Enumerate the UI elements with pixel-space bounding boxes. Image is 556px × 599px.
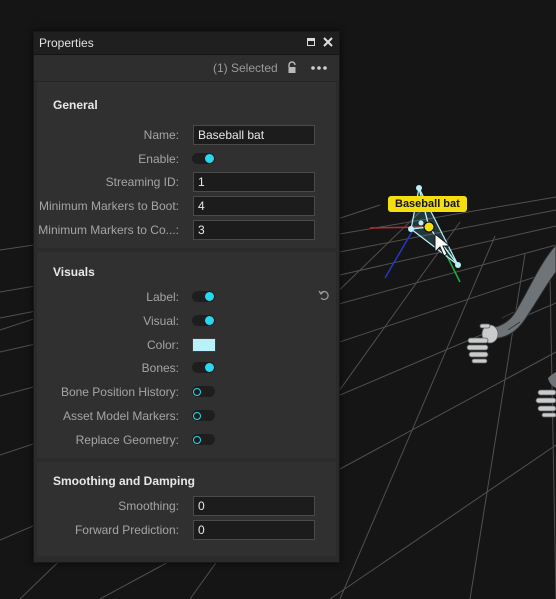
- forward-prediction-label: Forward Prediction:: [74, 523, 179, 537]
- row-bone-history: Bone Position History:: [37, 382, 336, 402]
- asset-model-markers-label: Asset Model Markers:: [62, 409, 179, 423]
- color-label: Color:: [146, 338, 179, 352]
- replace-geometry-label: Replace Geometry:: [75, 433, 179, 447]
- label-label: Label:: [146, 290, 179, 304]
- row-label-toggle: Label:: [37, 287, 336, 307]
- enable-label: Enable:: [138, 152, 179, 166]
- streaming-id-field[interactable]: 1: [193, 172, 315, 192]
- min-markers-continue-label: Minimum Markers to Co...:: [38, 223, 179, 237]
- row-min-markers-continue: Minimum Markers to Co...: 3: [37, 220, 336, 240]
- reset-icon[interactable]: [318, 289, 330, 301]
- row-visual: Visual:: [37, 311, 336, 331]
- more-icon[interactable]: [308, 58, 330, 76]
- lock-icon[interactable]: [285, 61, 299, 75]
- panel-title: Properties: [39, 36, 94, 50]
- row-replace-geometry: Replace Geometry:: [37, 430, 336, 450]
- row-forward-prediction: Forward Prediction: 0: [37, 520, 336, 540]
- row-enable: Enable:: [37, 149, 336, 169]
- row-color: Color:: [37, 335, 336, 355]
- asset-name-label[interactable]: Baseball bat: [388, 196, 467, 212]
- general-section: General Name: Baseball bat Enable: Strea…: [37, 82, 336, 248]
- row-streaming-id: Streaming ID: 1: [37, 172, 336, 192]
- row-bones: Bones:: [37, 358, 336, 378]
- enable-toggle[interactable]: [192, 153, 215, 164]
- selection-count: (1) Selected: [213, 61, 278, 75]
- close-icon: [323, 37, 333, 47]
- min-markers-continue-field[interactable]: 3: [193, 220, 315, 240]
- visuals-section: Visuals Label: Visual: Color: Bones: Bon…: [37, 252, 336, 458]
- replace-geometry-toggle[interactable]: [192, 434, 215, 445]
- properties-panel: Properties (1) Selected General Name: Ba…: [33, 31, 340, 563]
- label-toggle[interactable]: [192, 291, 215, 302]
- close-button[interactable]: [320, 34, 336, 50]
- asset-model-markers-toggle[interactable]: [192, 410, 215, 421]
- section-title-visuals: Visuals: [53, 265, 95, 279]
- forward-prediction-field[interactable]: 0: [193, 520, 315, 540]
- color-swatch[interactable]: [192, 338, 216, 352]
- bone-history-label: Bone Position History:: [60, 385, 179, 399]
- bone-history-toggle[interactable]: [192, 386, 215, 397]
- smoothing-field[interactable]: 0: [193, 496, 315, 516]
- streaming-id-label: Streaming ID:: [105, 175, 179, 189]
- bones-label: Bones:: [141, 361, 179, 375]
- min-markers-boot-field[interactable]: 4: [193, 196, 315, 216]
- name-label: Name:: [143, 128, 179, 142]
- title-bar[interactable]: Properties: [34, 32, 339, 55]
- min-markers-boot-label: Minimum Markers to Boot:: [38, 199, 179, 213]
- selection-bar: (1) Selected: [34, 55, 339, 82]
- row-min-markers-boot: Minimum Markers to Boot: 4: [37, 196, 336, 216]
- section-title-general: General: [53, 98, 98, 112]
- row-asset-model-markers: Asset Model Markers:: [37, 406, 336, 426]
- smoothing-label: Smoothing:: [118, 499, 179, 513]
- smoothing-section: Smoothing and Damping Smoothing: 0 Forwa…: [37, 462, 336, 556]
- visual-toggle[interactable]: [192, 315, 215, 326]
- visual-label: Visual:: [143, 314, 179, 328]
- maximize-icon: [307, 38, 315, 46]
- maximize-button[interactable]: [303, 34, 319, 50]
- row-smoothing: Smoothing: 0: [37, 496, 336, 516]
- name-field[interactable]: Baseball bat: [193, 125, 315, 145]
- row-name: Name: Baseball bat: [37, 125, 336, 145]
- bones-toggle[interactable]: [192, 362, 215, 373]
- section-title-smoothing: Smoothing and Damping: [53, 474, 195, 488]
